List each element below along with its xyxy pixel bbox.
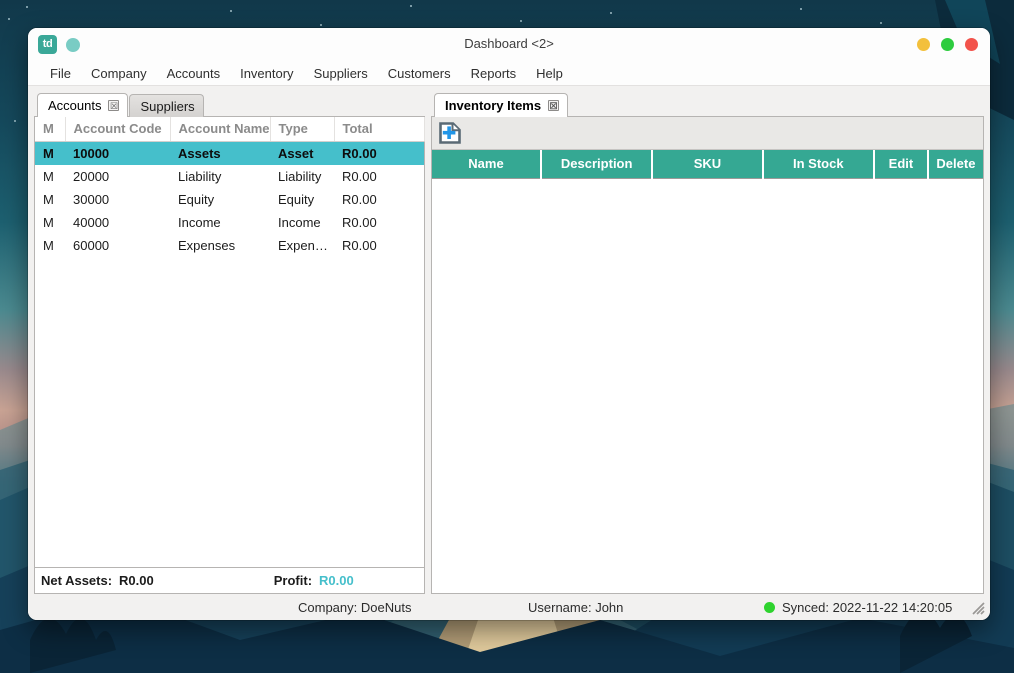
cell-type: Liability — [278, 169, 322, 184]
column-header-in-stock[interactable]: In Stock — [762, 150, 876, 179]
cell-total: R0.00 — [342, 215, 377, 230]
right-pane: Inventory Items ☒ Name Description SKU I… — [431, 92, 984, 594]
cell-total: R0.00 — [342, 238, 377, 253]
maximize-button[interactable] — [941, 38, 954, 51]
table-row[interactable]: M 10000 Assets Asset R0.00 — [35, 141, 424, 165]
cell-type: Income — [278, 215, 321, 230]
application-window: td Dashboard <2> File Company Accounts I… — [28, 28, 990, 620]
minimize-button[interactable] — [917, 38, 930, 51]
table-row[interactable]: M 40000 Income Income R0.00 — [35, 211, 424, 234]
cell-code: 10000 — [65, 141, 170, 165]
menu-suppliers[interactable]: Suppliers — [304, 64, 378, 83]
company-label: Company: DoeNuts — [298, 599, 412, 615]
net-assets-value: R0.00 — [119, 573, 154, 588]
column-header-m[interactable]: M — [35, 117, 66, 142]
cell-type: Equity — [278, 192, 315, 207]
resize-grip-icon[interactable] — [969, 599, 985, 615]
username-label: Username: John — [528, 599, 624, 615]
cell-code: 40000 — [73, 215, 110, 230]
right-tabstrip: Inventory Items ☒ — [431, 92, 984, 117]
tab-suppliers[interactable]: Suppliers — [129, 94, 204, 117]
menu-inventory[interactable]: Inventory — [230, 64, 303, 83]
close-window-button[interactable] — [965, 38, 978, 51]
cell-m: M — [35, 141, 65, 165]
tab-inventory-items-close-icon[interactable]: ☒ — [548, 100, 560, 111]
accounts-table-header: M Account Code Account Name Type Total — [35, 117, 425, 142]
main-content-area: Accounts ☒ Suppliers M Account Code Acco… — [28, 86, 990, 594]
menu-reports[interactable]: Reports — [461, 64, 527, 83]
cell-total: R0.00 — [342, 169, 377, 184]
inventory-table-header: Name Description SKU In Stock Edit Delet… — [432, 150, 983, 179]
column-header-name[interactable]: Name — [432, 150, 542, 179]
cell-name: Expenses — [178, 238, 236, 253]
tab-accounts-label: Accounts — [48, 98, 102, 113]
tab-accounts-close-icon[interactable]: ☒ — [108, 100, 120, 111]
status-bar: Company: DoeNuts Username: John Synced: … — [28, 594, 990, 620]
left-tabstrip: Accounts ☒ Suppliers — [34, 92, 425, 117]
cell-name: Liability — [178, 169, 222, 184]
cell-name: Income — [178, 215, 221, 230]
menu-file[interactable]: File — [40, 64, 81, 83]
column-header-delete[interactable]: Delete — [927, 150, 983, 179]
table-row[interactable]: M 30000 Equity Equity R0.00 — [35, 188, 424, 211]
left-tabstrip-filler — [205, 93, 425, 116]
sync-status: Synced: 2022-11-22 14:20:05 — [764, 600, 952, 615]
cell-code: 20000 — [73, 169, 110, 184]
sync-status-label: Synced: 2022-11-22 14:20:05 — [782, 599, 953, 615]
column-header-description[interactable]: Description — [540, 150, 654, 179]
cell-m: M — [43, 215, 54, 230]
tab-inventory-items-label: Inventory Items — [445, 98, 542, 113]
cell-type: Asset — [270, 141, 334, 165]
cell-m: M — [43, 169, 54, 184]
tab-suppliers-label: Suppliers — [140, 98, 195, 114]
table-row[interactable]: M 60000 Expenses Expense R0.00 — [35, 234, 424, 257]
cell-m: M — [43, 238, 54, 253]
accounts-header-row: M Account Code Account Name Type Total — [35, 117, 425, 142]
profit-value: R0.00 — [319, 573, 354, 588]
net-assets-label: Net Assets: — [41, 573, 113, 588]
column-header-type[interactable]: Type — [270, 117, 335, 142]
profit-label: Profit: — [273, 573, 313, 588]
cell-m: M — [43, 192, 54, 207]
menu-help[interactable]: Help — [526, 64, 573, 83]
column-header-account-name[interactable]: Account Name — [170, 117, 271, 142]
column-header-edit[interactable]: Edit — [874, 150, 929, 179]
tab-inventory-items[interactable]: Inventory Items ☒ — [434, 93, 569, 117]
menu-bar: File Company Accounts Inventory Supplier… — [28, 62, 990, 86]
cell-total: R0.00 — [334, 141, 424, 165]
table-row[interactable]: M 20000 Liability Liability R0.00 — [35, 165, 424, 188]
cell-name: Assets — [170, 141, 270, 165]
cell-code: 30000 — [73, 192, 110, 207]
accounts-empty-space — [35, 257, 424, 567]
inventory-panel: Name Description SKU In Stock Edit Delet… — [431, 117, 984, 594]
inventory-header-row: Name Description SKU In Stock Edit Delet… — [432, 150, 983, 179]
cell-type: Expense — [278, 238, 329, 253]
cell-code: 60000 — [73, 238, 110, 253]
accounts-table: M Account Code Account Name Type Total M… — [35, 117, 425, 258]
cell-name: Equity — [178, 192, 215, 207]
inventory-table: Name Description SKU In Stock Edit Delet… — [432, 150, 983, 179]
window-controls — [917, 38, 978, 51]
cell-total: R0.00 — [342, 192, 377, 207]
accounts-table-panel: M Account Code Account Name Type Total M… — [34, 117, 425, 568]
accounts-table-body: M 10000 Assets Asset R0.00 M 20000 Liabi… — [35, 141, 424, 258]
menu-customers[interactable]: Customers — [378, 64, 461, 83]
add-item-button[interactable] — [438, 121, 462, 145]
inventory-toolbar — [432, 117, 983, 150]
column-header-account-code[interactable]: Account Code — [65, 117, 171, 142]
new-document-plus-icon — [439, 122, 461, 144]
window-titlebar: td Dashboard <2> — [28, 28, 990, 62]
column-header-sku[interactable]: SKU — [652, 150, 764, 179]
window-title: Dashboard <2> — [464, 36, 554, 51]
column-header-total[interactable]: Total — [334, 117, 425, 142]
tab-accounts[interactable]: Accounts ☒ — [37, 93, 129, 117]
sync-status-dot-icon — [764, 601, 775, 613]
right-tabstrip-filler — [569, 93, 984, 116]
menu-company[interactable]: Company — [81, 64, 157, 83]
left-pane: Accounts ☒ Suppliers M Account Code Acco… — [34, 92, 425, 594]
inventory-empty-space — [432, 179, 983, 593]
menu-accounts[interactable]: Accounts — [157, 64, 230, 83]
totals-bar: Net Assets: R0.00 Profit: R0.00 — [34, 568, 425, 594]
